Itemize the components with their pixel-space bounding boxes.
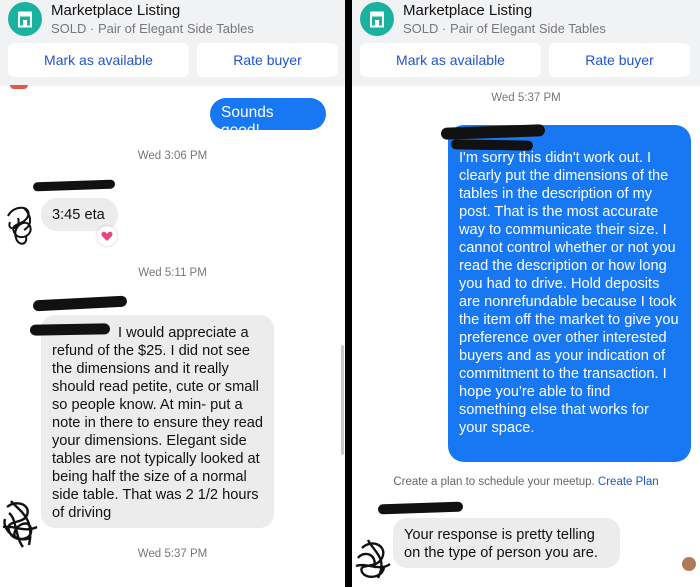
timestamp: Wed 5:37 PM bbox=[137, 548, 208, 560]
rate-buyer-button[interactable]: Rate buyer bbox=[197, 43, 338, 77]
listing-subtitle: SOLD · Pair of Elegant Side Tables bbox=[403, 21, 606, 36]
received-message-response[interactable]: Your response is pretty telling on the t… bbox=[393, 518, 620, 568]
mark-as-available-button[interactable]: Mark as available bbox=[360, 43, 541, 77]
right-screenshot: Marketplace Listing SOLD · Pair of Elega… bbox=[352, 0, 700, 587]
received-message-refund-request[interactable]: I would appreciate a refund of the $25. … bbox=[41, 315, 274, 528]
heart-icon bbox=[101, 231, 113, 241]
timestamp: Wed 5:37 PM bbox=[491, 92, 561, 104]
sent-message-sounds-good[interactable]: Sounds good! bbox=[210, 98, 326, 139]
plan-prompt: Create a plan to schedule your meetup. C… bbox=[352, 476, 700, 488]
listing-title[interactable]: Marketplace Listing bbox=[403, 2, 532, 19]
listing-title[interactable]: Marketplace Listing bbox=[51, 2, 180, 19]
timestamp: Wed 3:06 PM bbox=[137, 150, 208, 162]
read-receipt-avatar bbox=[682, 557, 696, 571]
listing-header: Marketplace Listing SOLD · Pair of Elega… bbox=[0, 0, 345, 86]
rate-buyer-button[interactable]: Rate buyer bbox=[549, 43, 690, 77]
redacted-avatar bbox=[7, 206, 32, 245]
left-screenshot: Marketplace Listing SOLD · Pair of Elega… bbox=[0, 0, 345, 587]
redacted-avatar bbox=[2, 500, 38, 548]
redacted-avatar bbox=[355, 539, 391, 579]
create-plan-link[interactable]: Create Plan bbox=[598, 476, 659, 488]
store-icon[interactable] bbox=[360, 2, 394, 36]
redacted-name bbox=[32, 179, 116, 192]
scrollbar[interactable] bbox=[341, 345, 344, 455]
partial-avatar bbox=[10, 85, 28, 89]
listing-header: Marketplace Listing SOLD · Pair of Elega… bbox=[352, 0, 700, 86]
redacted-name bbox=[377, 501, 464, 515]
timestamp: Wed 5:11 PM bbox=[138, 267, 207, 279]
redacted-text bbox=[450, 139, 534, 151]
plan-prompt-text: Create a plan to schedule your meetup. bbox=[393, 476, 595, 488]
listing-subtitle: SOLD · Pair of Elegant Side Tables bbox=[51, 21, 254, 36]
mark-as-available-button[interactable]: Mark as available bbox=[8, 43, 189, 77]
reaction-badge[interactable] bbox=[97, 226, 117, 246]
redacted-name bbox=[32, 295, 128, 312]
sent-message-reply[interactable]: I'm sorry this didn't work out. I clearl… bbox=[448, 125, 691, 462]
store-icon[interactable] bbox=[8, 2, 42, 36]
redacted-text bbox=[29, 323, 111, 336]
